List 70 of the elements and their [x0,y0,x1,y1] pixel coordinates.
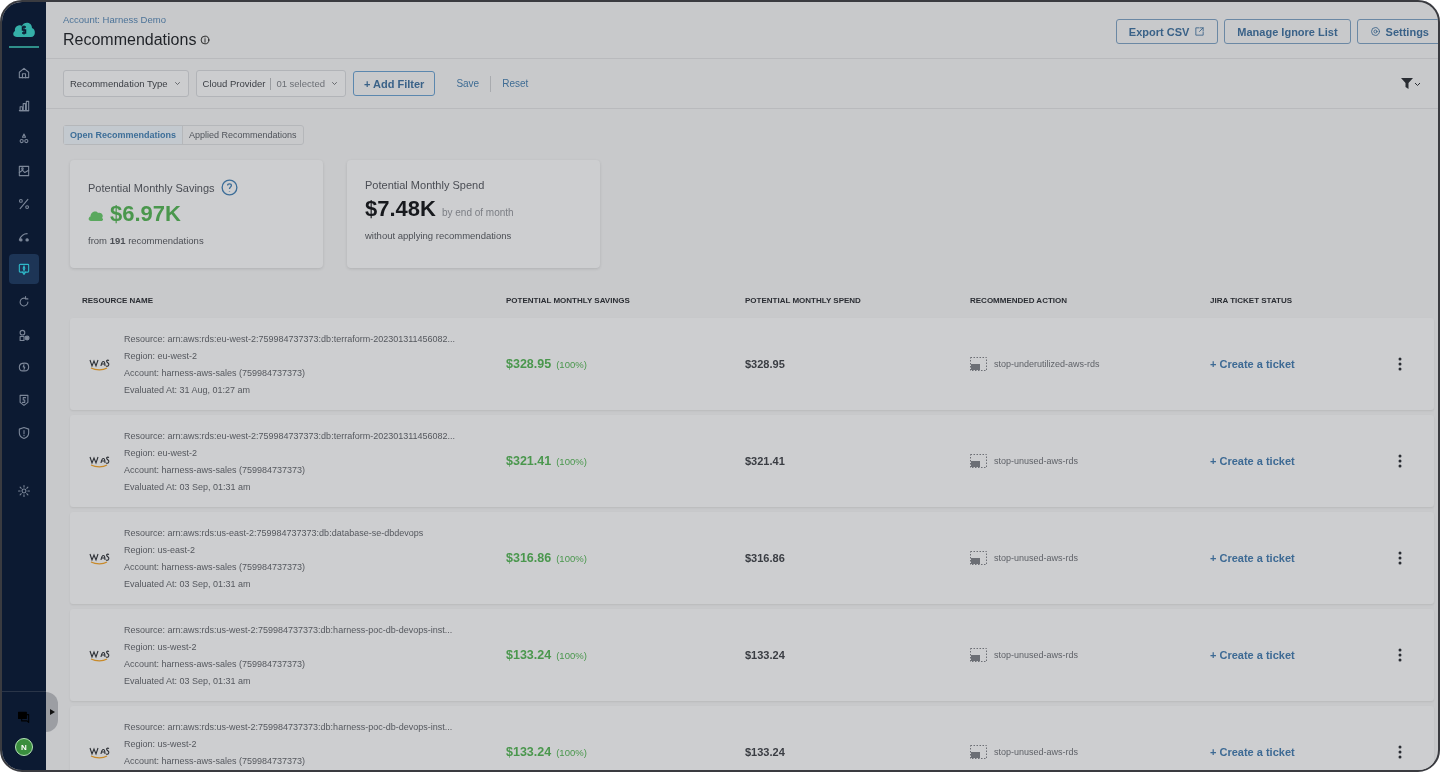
recommendation-type-dropdown[interactable]: Recommendation Type [63,70,189,97]
settings-button[interactable]: Settings [1356,19,1438,44]
savings-amount: $133.24 [506,648,552,662]
savings-amount: $133.24 [506,745,552,759]
resource-text: Resource: arn:aws:rds:eu-west-2:759984737373:db:terraform-202301311456082... [124,333,456,344]
create-ticket-link[interactable]: + Create a ticket [1210,455,1295,467]
tab[interactable]: Applied Recommendations [182,126,303,144]
resource-text: Resource: arn:aws:rds:us-east-2:759984737373:db:database-se-dbdevops [124,527,424,538]
page-title: Recommendations [63,31,197,49]
card-value: $7.48K [365,196,436,222]
region-text: Region: us-east-2 [124,544,197,555]
column-header: RECOMMENDED ACTION [970,295,1069,305]
savings-percent: (100%) [556,650,587,661]
spend-amount: $316.86 [745,552,786,564]
breadcrumb-link[interactable]: Account: Harness Demo [63,14,211,25]
column-header: POTENTIAL MONTHLY SPEND [745,295,862,305]
tab[interactable]: Open Recommendations [64,126,183,144]
account-text: Account: harness-aws-sales (759984737373) [124,658,307,669]
create-ticket-link[interactable]: + Create a ticket [1210,552,1295,564]
ignore-list-button[interactable]: Manage Ignore List [1224,19,1351,44]
create-ticket-link[interactable]: + Create a ticket [1210,649,1295,661]
region-text: Region: us-west-2 [124,641,198,652]
savings-amount: $328.95 [506,357,552,371]
reset-button[interactable]: Reset [498,78,533,89]
card-note: without applying recommendations [365,230,513,241]
evaluated-text: Evaluated At: 03 Sep, 01:31 am [124,675,252,686]
card-note: from 191 recommendations [88,235,205,246]
account-text: Account: harness-aws-sales (759984737373) [124,464,307,475]
spend-amount: $133.24 [745,649,786,661]
evaluated-text: Evaluated At: 31 Aug, 01:27 am [124,384,252,395]
spend-amount: $321.41 [745,455,786,467]
add-filter-button[interactable]: + Add Filter [352,71,436,96]
spend-amount: $328.95 [745,358,786,370]
create-ticket-link[interactable]: + Create a ticket [1210,746,1295,758]
resource-text: Resource: arn:aws:rds:us-west-2:759984737373:db:harness-poc-db-devops-inst... [124,624,453,635]
savings-percent: (100%) [556,456,587,467]
card-title: Potential Monthly Spend [365,179,485,191]
savings-amount: $316.86 [506,551,552,565]
resource-text: Resource: arn:aws:rds:us-west-2:759984737373:db:harness-poc-db-devops-inst... [124,721,453,732]
card-title: Potential Monthly Savings [88,181,215,194]
action-text: stop-unused-aws-rds [994,747,1079,757]
card-suffix: by end of month [441,207,514,218]
savings-percent: (100%) [556,553,587,564]
recommendation-row[interactable]: Resource: arn:aws:rds:us-west-2:759984737373:db:harness-poc-db-devops-inst... Region: us-west-2 Account: harness-aws-sales (759984737373) $133.24 (100%) $133.24 stop-unused-aws-rds + Create a ticket [70,706,1434,770]
account-text: Account: harness-aws-sales (759984737373) [124,755,307,766]
user-avatar[interactable]: N [15,738,33,756]
save-button[interactable]: Save [452,78,484,89]
column-header: RESOURCE NAME [82,295,155,305]
export-button[interactable]: Export CSV [1115,19,1219,44]
evaluated-text: Evaluated At: 03 Sep, 01:31 am [124,481,252,492]
action-text: stop-unused-aws-rds [994,650,1079,660]
account-text: Account: harness-aws-sales (759984737373) [124,367,307,378]
action-text: stop-unused-aws-rds [994,456,1079,466]
card-value: $6.97K [110,201,181,227]
create-ticket-link[interactable]: + Create a ticket [1210,358,1295,370]
resource-text: Resource: arn:aws:rds:eu-west-2:759984737373:db:terraform-202301311456082... [124,430,456,441]
spend-amount: $133.24 [745,746,786,758]
action-text: stop-underutilized-aws-rds [994,359,1100,369]
column-header: POTENTIAL MONTHLY SAVINGS [506,295,631,305]
account-text: Account: harness-aws-sales (759984737373) [124,561,307,572]
evaluated-text: Evaluated At: 03 Sep, 01:31 am [124,578,252,589]
region-text: Region: eu-west-2 [124,350,199,361]
column-header: JIRA TICKET STATUS [1210,295,1294,305]
savings-percent: (100%) [556,747,587,758]
savings-amount: $321.41 [506,454,552,468]
region-text: Region: eu-west-2 [124,447,199,458]
action-text: stop-unused-aws-rds [994,553,1079,563]
region-text: Region: us-west-2 [124,738,198,749]
cloud-provider-dropdown[interactable]: Cloud Provider 01 selected [195,70,346,97]
savings-percent: (100%) [556,359,587,370]
